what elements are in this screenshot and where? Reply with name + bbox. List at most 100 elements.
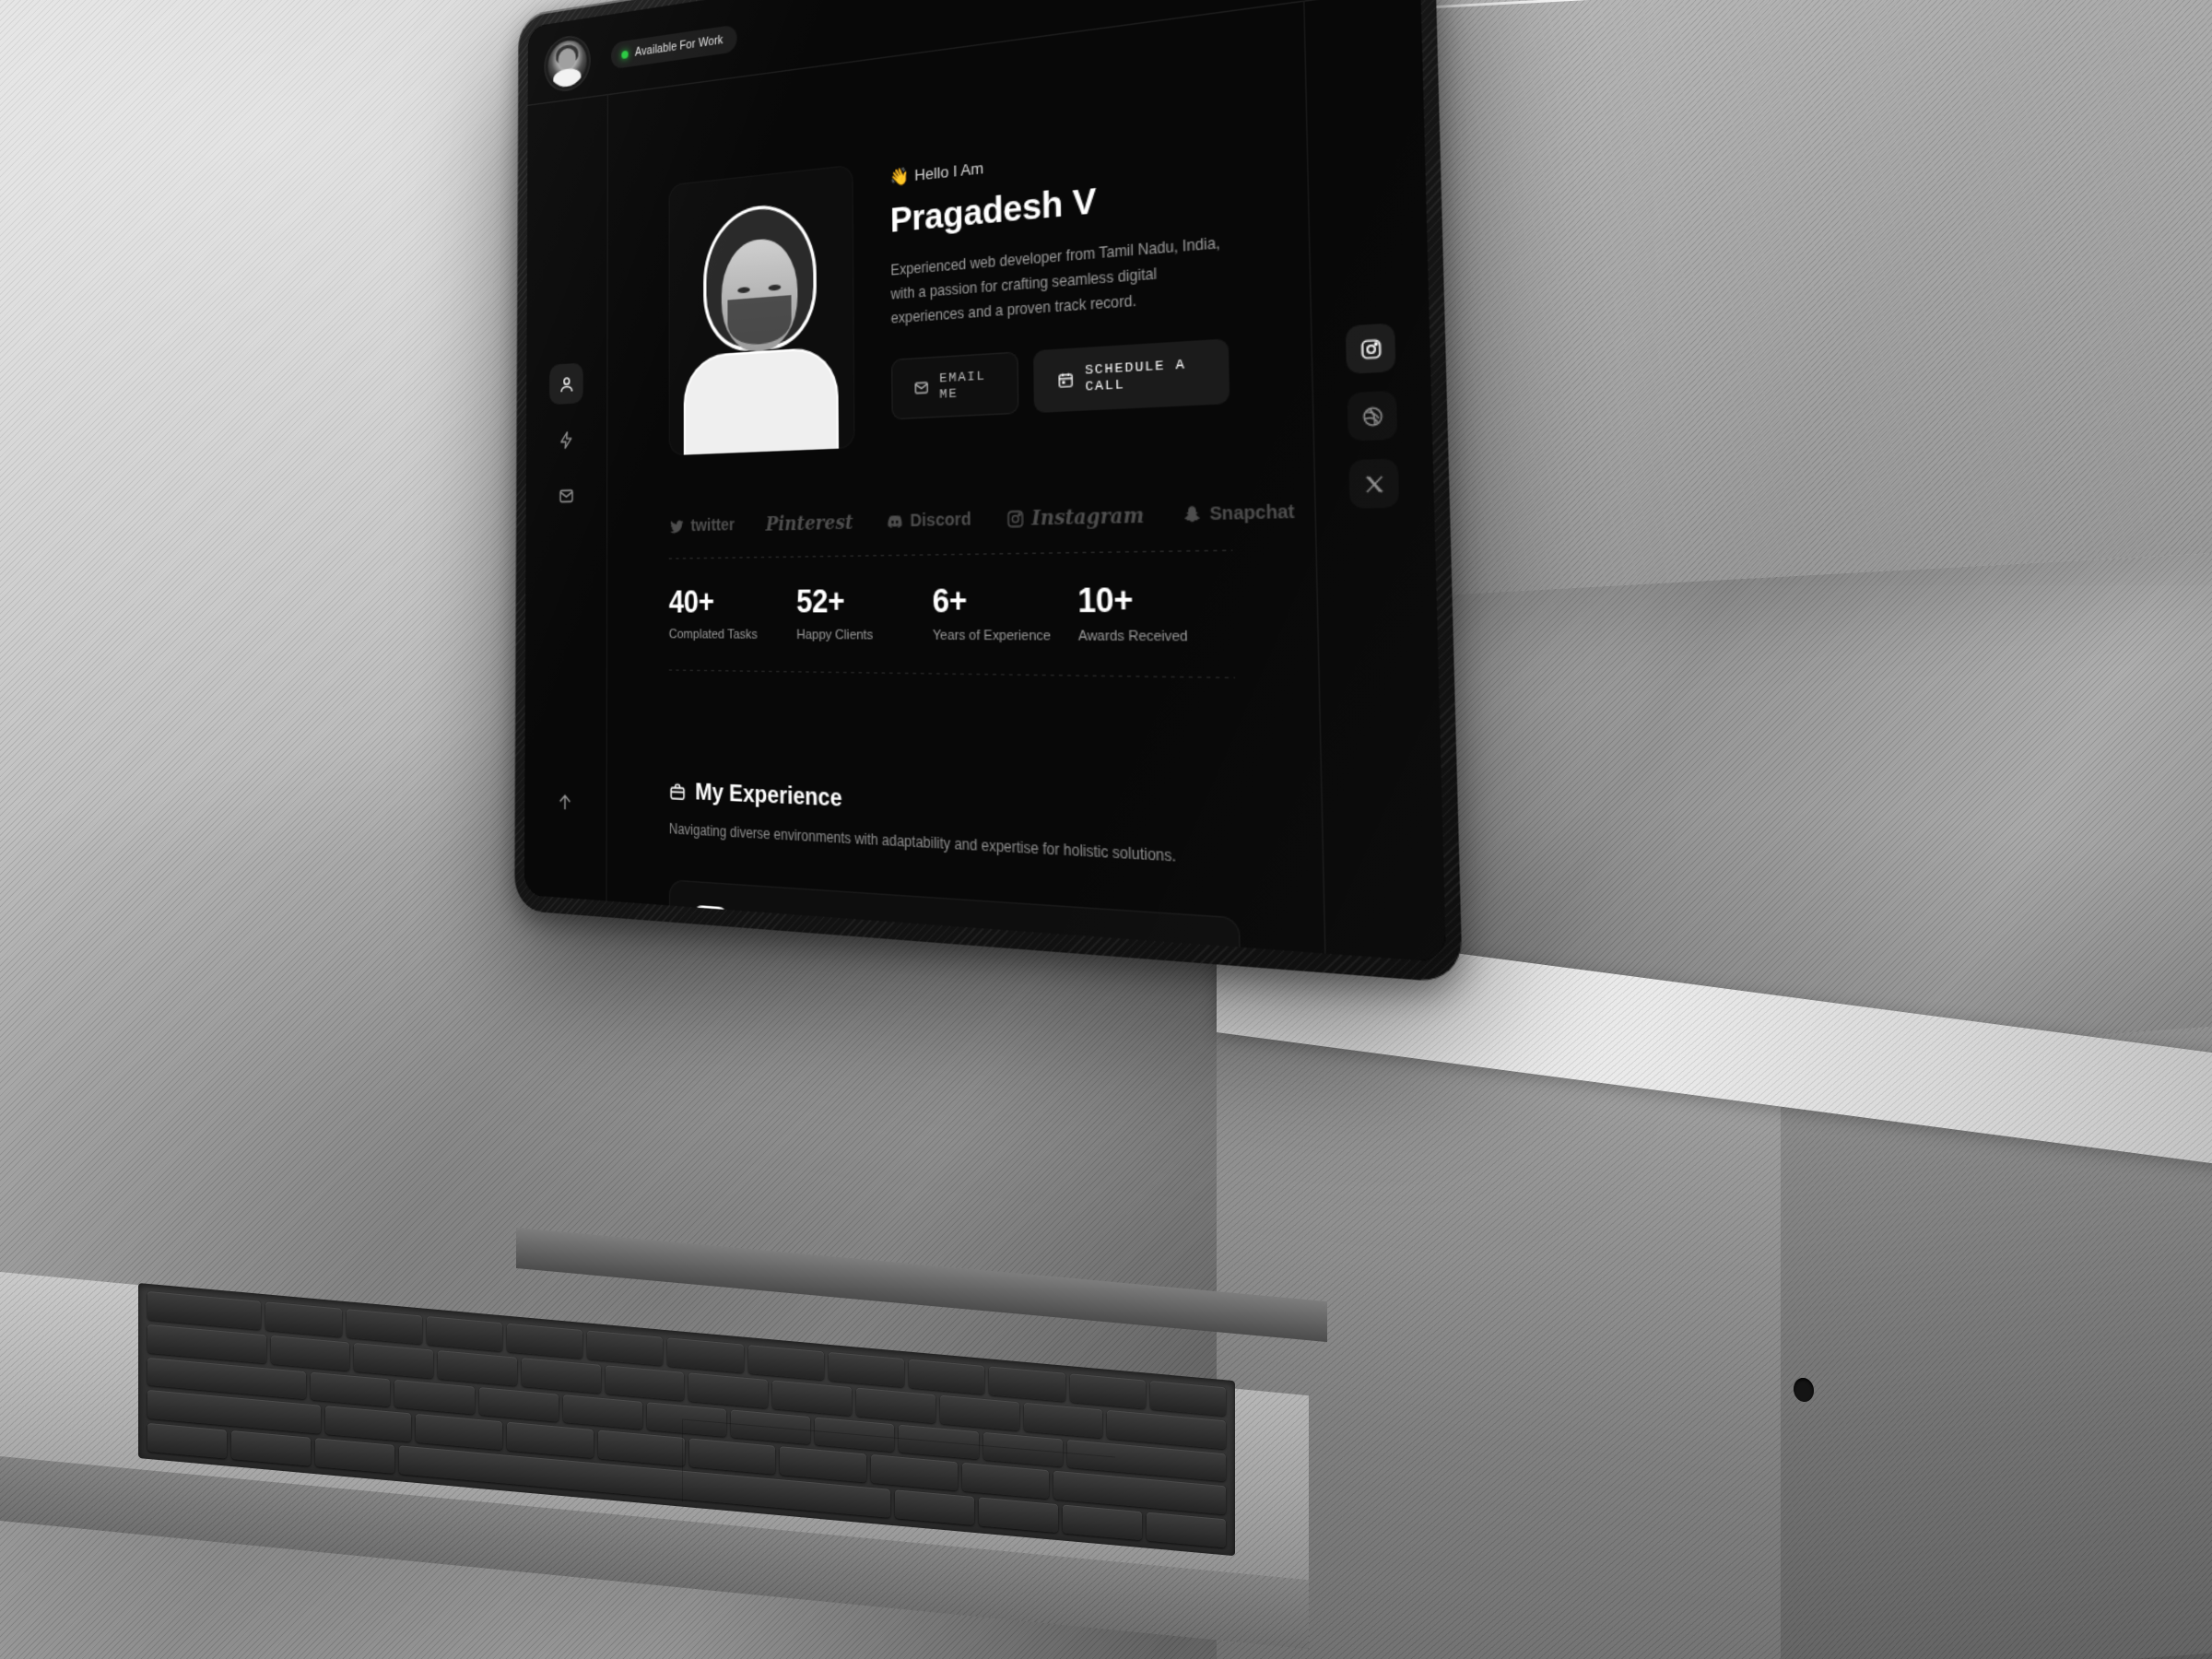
user-icon: [559, 374, 574, 394]
key: [507, 1422, 594, 1459]
stat-label: Awards Received: [1077, 629, 1189, 645]
sidebar-item-profile[interactable]: [549, 362, 583, 406]
brand-logo-twitter: twitter: [669, 515, 735, 535]
email-me-label: EMAIL ME: [939, 369, 986, 404]
left-sidebar-items: [549, 362, 583, 516]
social-link-instagram[interactable]: [1345, 323, 1396, 374]
social-link-x[interactable]: [1348, 458, 1400, 509]
left-sidebar: [524, 94, 607, 900]
key: [1149, 1380, 1226, 1417]
scroll-to-top-button[interactable]: [557, 792, 574, 817]
key: [1023, 1402, 1103, 1438]
hero-button-row: EMAIL ME SCHEDULE A CALL: [891, 338, 1230, 420]
lightning-icon: [559, 429, 574, 449]
stat-value: 52+: [795, 582, 845, 620]
hero-text-block: 👋 Hello I Am Pragadesh V Experienced web…: [889, 124, 1230, 420]
stat-value: 40+: [668, 583, 714, 620]
discord-icon: [888, 514, 902, 528]
brand-logo-instagram: Instagram: [1006, 503, 1144, 531]
brand-label: Pinterest: [765, 511, 853, 535]
key: [147, 1290, 262, 1330]
laptop-mockup-scene: Available For Work Local Time ( IST ) 08…: [0, 0, 2212, 1659]
email-me-button[interactable]: EMAIL ME: [891, 351, 1019, 420]
brand-logo-strip: twitter Pinterest Discord Instagram Snap…: [669, 500, 1295, 536]
avatar[interactable]: [547, 38, 587, 89]
key: [265, 1301, 342, 1337]
key: [587, 1330, 664, 1366]
brand-label: Snapchat: [1209, 500, 1295, 524]
availability-badge[interactable]: Available For Work: [611, 24, 737, 70]
key: [416, 1414, 502, 1451]
main-content: 👋 Hello I Am Pragadesh V Experienced web…: [606, 0, 1325, 954]
calendar-icon: [1057, 371, 1074, 390]
hero-section: 👋 Hello I Am Pragadesh V Experienced web…: [668, 124, 1230, 456]
dribbble-icon: [1360, 404, 1384, 428]
hero-bio: Experienced web developer from Tamil Nad…: [890, 233, 1220, 326]
stat-label: Complated Tasks: [668, 627, 758, 642]
key: [688, 1372, 769, 1408]
schedule-call-button[interactable]: SCHEDULE A CALL: [1033, 338, 1230, 414]
key: [909, 1359, 985, 1394]
avatar-head: [558, 46, 577, 71]
instagram-icon: [1006, 508, 1025, 528]
portrait-eye-left: [737, 287, 750, 294]
portrait-beard: [727, 295, 792, 347]
brand-logo-snapchat: Snapchat: [1182, 501, 1295, 525]
sidebar-item-skills[interactable]: [549, 418, 583, 460]
key: [1107, 1409, 1226, 1449]
experience-section: My Experience Navigating diverse environ…: [669, 671, 1242, 954]
status-dot-icon: [621, 50, 629, 59]
twitter-bird-icon: [670, 519, 684, 533]
hero-greeting-label: Hello I Am: [914, 159, 984, 184]
portfolio-page: Available For Work Local Time ( IST ) 08…: [524, 0, 1447, 963]
snapchat-ghost-icon: [1183, 505, 1200, 522]
brand-label: Instagram: [1031, 502, 1145, 531]
mail-icon: [558, 486, 573, 505]
portrait-eye-right: [768, 284, 782, 291]
key: [314, 1438, 394, 1474]
stats-row: 40+ Complated Tasks 52+ Happy Clients 6+…: [669, 551, 1235, 677]
avatar-body: [553, 66, 582, 89]
key: [270, 1335, 350, 1371]
laptop-lid: Available For Work Local Time ( IST ) 08…: [513, 0, 1463, 984]
key: [939, 1394, 1019, 1430]
right-sidebar-items: [1345, 323, 1400, 509]
content-inner: 👋 Hello I Am Pragadesh V Experienced web…: [606, 0, 1325, 954]
stat-item: 52+ Happy Clients: [796, 582, 933, 643]
wave-emoji-icon: 👋: [889, 165, 910, 187]
key: [562, 1394, 642, 1430]
key: [354, 1342, 434, 1379]
key: [478, 1386, 559, 1423]
stat-item: 6+ Years of Experience: [932, 582, 1078, 644]
key: [772, 1380, 853, 1416]
key: [856, 1387, 935, 1423]
right-sidebar: [1305, 0, 1447, 962]
laptop-screen: Available For Work Local Time ( IST ) 08…: [524, 0, 1447, 963]
stat-label: Happy Clients: [796, 628, 874, 643]
stat-label: Years of Experience: [932, 628, 1052, 644]
key: [667, 1337, 744, 1373]
brand-logo-pinterest: Pinterest: [766, 511, 853, 535]
instagram-icon: [1359, 336, 1382, 360]
experience-title-label: My Experience: [695, 779, 842, 813]
portrait-image: [684, 197, 839, 455]
key: [747, 1345, 824, 1381]
key: [311, 1371, 391, 1407]
x-twitter-icon: [1362, 472, 1386, 496]
schedule-call-label: SCHEDULE A CALL: [1084, 357, 1186, 396]
hero-portrait-card: [668, 164, 855, 456]
key: [521, 1357, 601, 1394]
social-link-dribbble[interactable]: [1347, 390, 1398, 441]
portrait-body: [685, 348, 837, 455]
availability-label: Available For Work: [634, 33, 724, 60]
stat-item: 40+ Complated Tasks: [669, 583, 797, 642]
key: [426, 1315, 502, 1352]
key: [324, 1406, 412, 1442]
key: [1147, 1512, 1226, 1548]
key: [989, 1366, 1065, 1402]
sidebar-item-contact[interactable]: [549, 475, 583, 516]
briefcase-icon: [669, 782, 687, 803]
key: [230, 1430, 311, 1466]
key: [147, 1423, 227, 1459]
key: [828, 1351, 905, 1387]
